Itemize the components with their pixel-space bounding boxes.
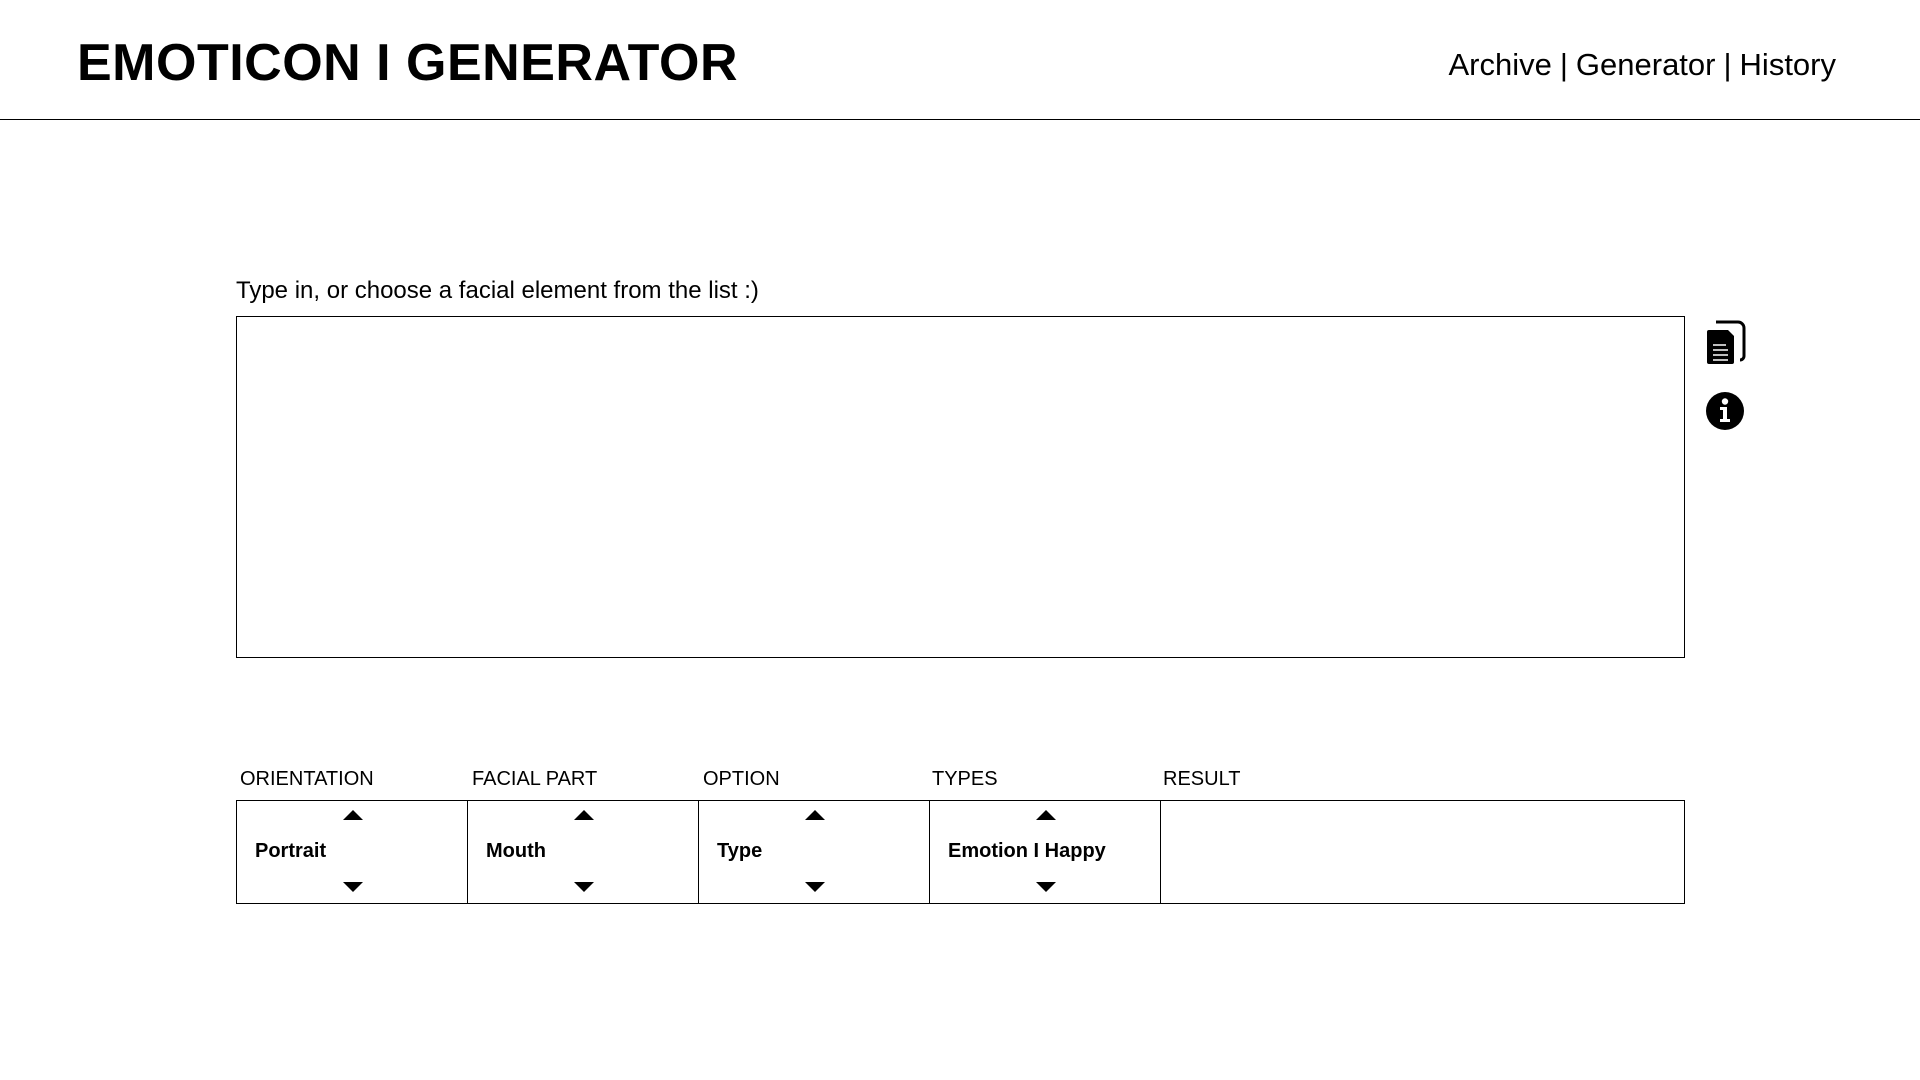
top-nav: Archive | Generator | History xyxy=(1448,45,1836,85)
nav-archive-link[interactable]: Archive xyxy=(1448,45,1551,85)
page: EMOTICON I GENERATOR Archive | Generator… xyxy=(0,0,1920,1080)
nav-separator: | xyxy=(1723,47,1732,82)
facial-part-spinner[interactable]: Mouth xyxy=(468,801,699,903)
option-spinner[interactable]: Type xyxy=(699,801,930,903)
copy-documents-icon[interactable] xyxy=(1704,320,1746,366)
types-spinner[interactable]: Emotion I Happy xyxy=(930,801,1161,903)
facial-part-up-arrow-icon[interactable] xyxy=(574,809,594,821)
facial-part-label: FACIAL PART xyxy=(472,768,598,790)
types-value: Emotion I Happy xyxy=(948,840,1106,862)
orientation-up-arrow-icon[interactable] xyxy=(343,809,363,821)
facial-part-value: Mouth xyxy=(486,840,546,862)
emoticon-text-input[interactable] xyxy=(236,316,1685,658)
orientation-value: Portrait xyxy=(255,840,327,862)
header: EMOTICON I GENERATOR Archive | Generator… xyxy=(0,0,1920,120)
option-value: Type xyxy=(717,840,763,862)
nav-generator-link[interactable]: Generator xyxy=(1576,45,1716,85)
types-label: TYPES xyxy=(932,768,998,790)
types-up-arrow-icon[interactable] xyxy=(1036,809,1056,821)
orientation-spinner[interactable]: Portrait xyxy=(237,801,468,903)
option-label: OPTION xyxy=(703,768,780,790)
facial-part-down-arrow-icon[interactable] xyxy=(574,881,594,893)
orientation-down-arrow-icon[interactable] xyxy=(343,881,363,893)
info-circle-icon[interactable] xyxy=(1704,390,1746,436)
app-title: EMOTICON I GENERATOR xyxy=(77,34,738,92)
editor-prompt-label: Type in, or choose a facial element from… xyxy=(236,277,759,304)
nav-history-link[interactable]: History xyxy=(1740,45,1836,85)
selector-row: Portrait Mouth Type Emotion I Happy xyxy=(236,800,1685,904)
option-down-arrow-icon[interactable] xyxy=(805,881,825,893)
option-up-arrow-icon[interactable] xyxy=(805,809,825,821)
orientation-label: ORIENTATION xyxy=(240,768,374,790)
nav-separator: | xyxy=(1559,47,1568,82)
result-label: RESULT xyxy=(1163,768,1241,790)
result-output[interactable] xyxy=(1161,801,1684,903)
types-down-arrow-icon[interactable] xyxy=(1036,881,1056,893)
